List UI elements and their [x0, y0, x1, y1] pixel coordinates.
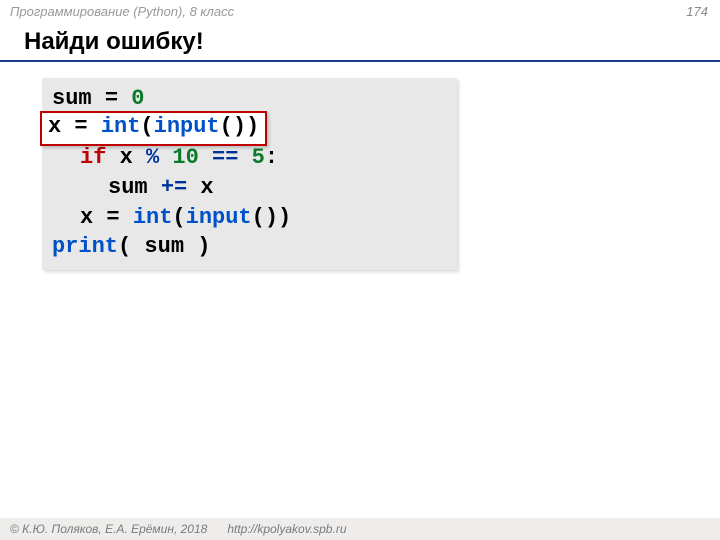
- code-area: sum = 0 if x % 10 == 5: sum += x x = int…: [42, 78, 720, 270]
- code-block: sum = 0 if x % 10 == 5: sum += x x = int…: [42, 78, 457, 270]
- course-label: Программирование (Python), 8 класс: [10, 4, 234, 19]
- code-line-1: sum = 0: [52, 84, 447, 114]
- copyright: © К.Ю. Поляков, Е.А. Ерёмин, 2018: [10, 522, 207, 536]
- slide-title: Найди ошибку!: [0, 22, 720, 62]
- page-number: 174: [686, 4, 708, 19]
- footer-url: http://kpolyakov.spb.ru: [227, 522, 346, 536]
- header-bar: Программирование (Python), 8 класс 174: [0, 0, 720, 22]
- code-line-4: sum += x: [52, 173, 447, 203]
- code-line-5: x = int(input()): [52, 203, 447, 233]
- code-line-3: if x % 10 == 5:: [52, 143, 447, 173]
- overlay-correction: x = int(input()): [40, 111, 267, 146]
- code-line-6: print( sum ): [52, 232, 447, 262]
- footer: © К.Ю. Поляков, Е.А. Ерёмин, 2018 http:/…: [0, 518, 720, 540]
